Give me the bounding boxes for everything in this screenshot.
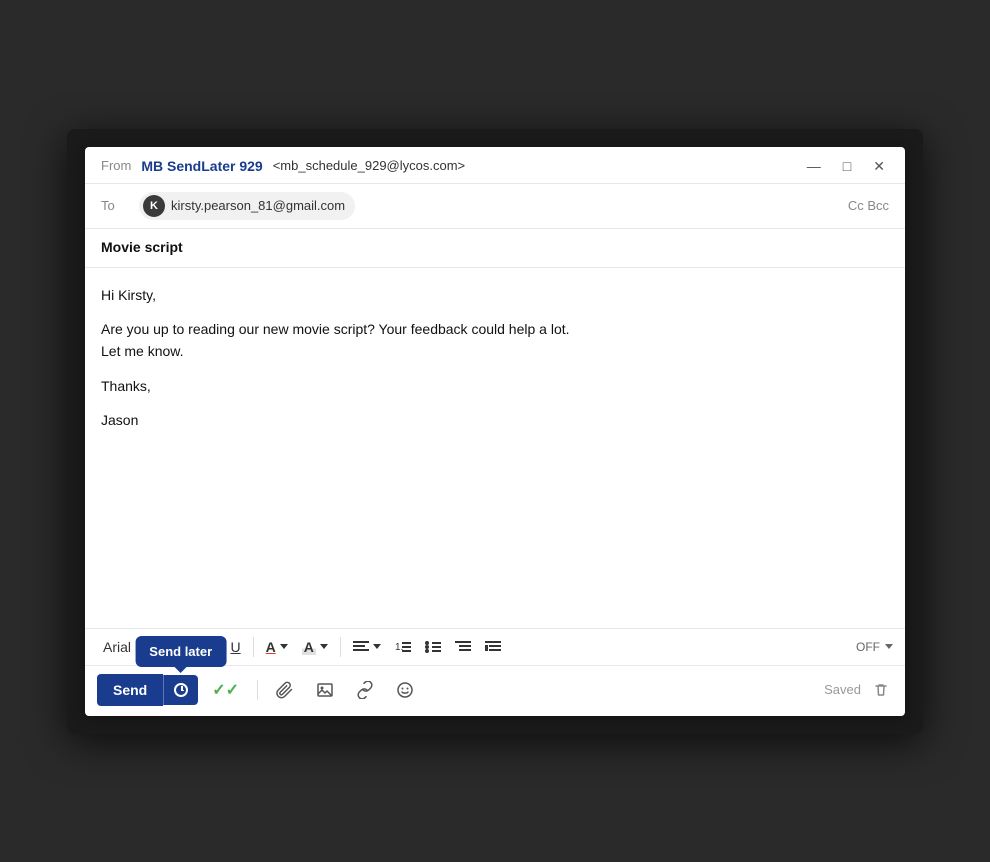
insert-emoji-button[interactable]	[388, 675, 422, 705]
body-signature: Jason	[101, 409, 889, 431]
indent-icon	[485, 640, 501, 654]
numbered-list-icon: 1.	[395, 640, 411, 654]
separator-1	[175, 637, 176, 657]
body-greeting: Hi Kirsty,	[101, 284, 889, 306]
underline-button[interactable]: U	[225, 635, 247, 659]
from-label: From	[101, 158, 131, 173]
close-button[interactable]: ✕	[869, 157, 889, 175]
schedule-button-wrapper: Send later	[163, 675, 198, 705]
delete-button[interactable]	[869, 680, 893, 700]
spell-check-toggle[interactable]: OFF	[856, 640, 893, 654]
image-icon	[316, 681, 334, 699]
emoji-icon	[396, 681, 414, 699]
subject-line: Movie script	[101, 239, 183, 255]
email-body[interactable]: Hi Kirsty, Are you up to reading our new…	[85, 268, 905, 628]
formatting-toolbar: Arial 10 B I U A A	[85, 628, 905, 665]
font-family-selector[interactable]: Arial	[97, 635, 137, 659]
font-size-chevron-icon	[161, 644, 169, 649]
avatar: K	[143, 195, 165, 217]
attach-file-button[interactable]	[268, 675, 302, 705]
align-button[interactable]	[347, 636, 387, 658]
bottom-toolbar: Send Send later ✓✓	[85, 665, 905, 716]
minimize-button[interactable]: —	[803, 157, 825, 175]
separator-3	[340, 637, 341, 657]
bullet-list-button[interactable]	[419, 636, 447, 658]
align-chevron-icon	[373, 644, 381, 649]
maximize-button[interactable]: □	[839, 157, 855, 175]
body-closing: Thanks,	[101, 375, 889, 397]
trash-icon	[873, 682, 889, 698]
off-chevron-icon	[885, 644, 893, 649]
insert-image-button[interactable]	[308, 675, 342, 705]
font-size-selector[interactable]: 10	[143, 639, 169, 654]
schedule-send-button[interactable]	[163, 675, 198, 705]
separator-bottom	[257, 680, 258, 700]
double-check-icon: ✓✓	[212, 680, 239, 700]
send-button[interactable]: Send	[97, 674, 163, 706]
clock-icon	[174, 683, 188, 697]
saved-status: Saved	[824, 680, 893, 700]
align-icon	[353, 640, 369, 654]
separator-2	[253, 637, 254, 657]
text-color-chevron-icon	[280, 644, 288, 649]
link-icon	[356, 681, 374, 699]
highlight-button[interactable]: A	[296, 635, 334, 659]
outdent-button[interactable]	[449, 636, 477, 658]
italic-button[interactable]: I	[207, 635, 223, 659]
attachment-icon	[276, 681, 294, 699]
to-label: To	[101, 198, 129, 213]
bold-button[interactable]: B	[182, 635, 204, 659]
recipient-chip: K kirsty.pearson_81@gmail.com	[139, 192, 355, 220]
sender-email: <mb_schedule_929@lycos.com>	[273, 158, 465, 173]
cc-bcc-button[interactable]: Cc Bcc	[848, 198, 889, 213]
sender-name: MB SendLater 929	[141, 158, 262, 174]
indent-button[interactable]	[479, 636, 507, 658]
bullet-list-icon	[425, 640, 441, 654]
recipient-email: kirsty.pearson_81@gmail.com	[171, 198, 345, 213]
text-color-button[interactable]: A	[260, 635, 294, 659]
insert-link-button[interactable]	[348, 675, 382, 705]
numbered-list-button[interactable]: 1.	[389, 636, 417, 658]
highlight-chevron-icon	[320, 644, 328, 649]
body-paragraph1: Are you up to reading our new movie scri…	[101, 318, 889, 363]
outdent-icon	[455, 640, 471, 654]
check-button[interactable]: ✓✓	[204, 674, 247, 706]
